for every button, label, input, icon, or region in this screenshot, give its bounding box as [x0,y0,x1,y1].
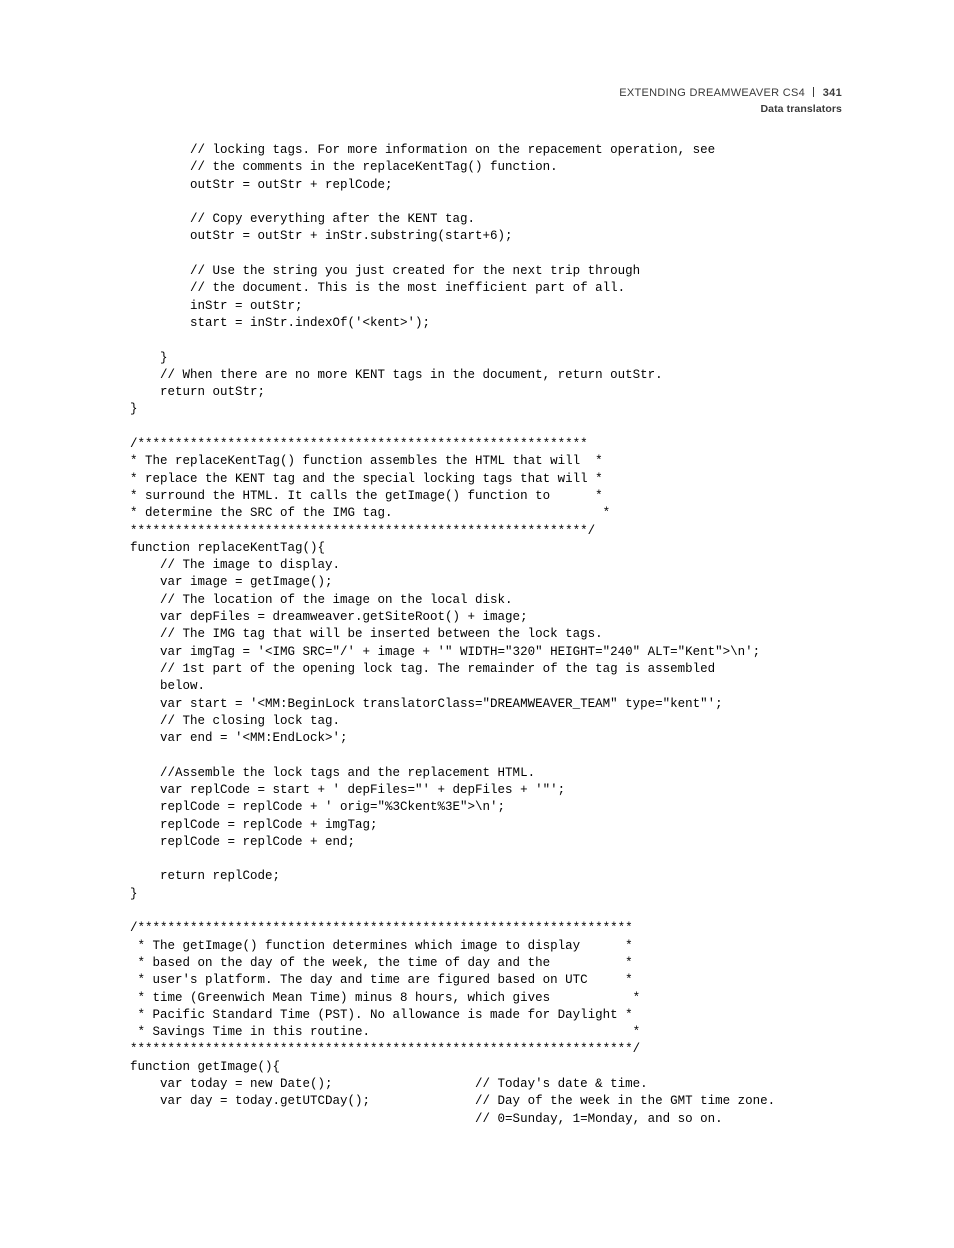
header-title-row: EXTENDING DREAMWEAVER CS4 341 [619,86,842,101]
code-listing: // locking tags. For more information on… [130,142,842,1128]
book-title: EXTENDING DREAMWEAVER CS4 [619,87,805,99]
header-divider [813,87,814,97]
page-number: 341 [823,87,842,99]
section-title: Data translators [619,102,842,116]
document-page: EXTENDING DREAMWEAVER CS4 341 Data trans… [0,0,954,1248]
page-header: EXTENDING DREAMWEAVER CS4 341 Data trans… [619,86,842,117]
